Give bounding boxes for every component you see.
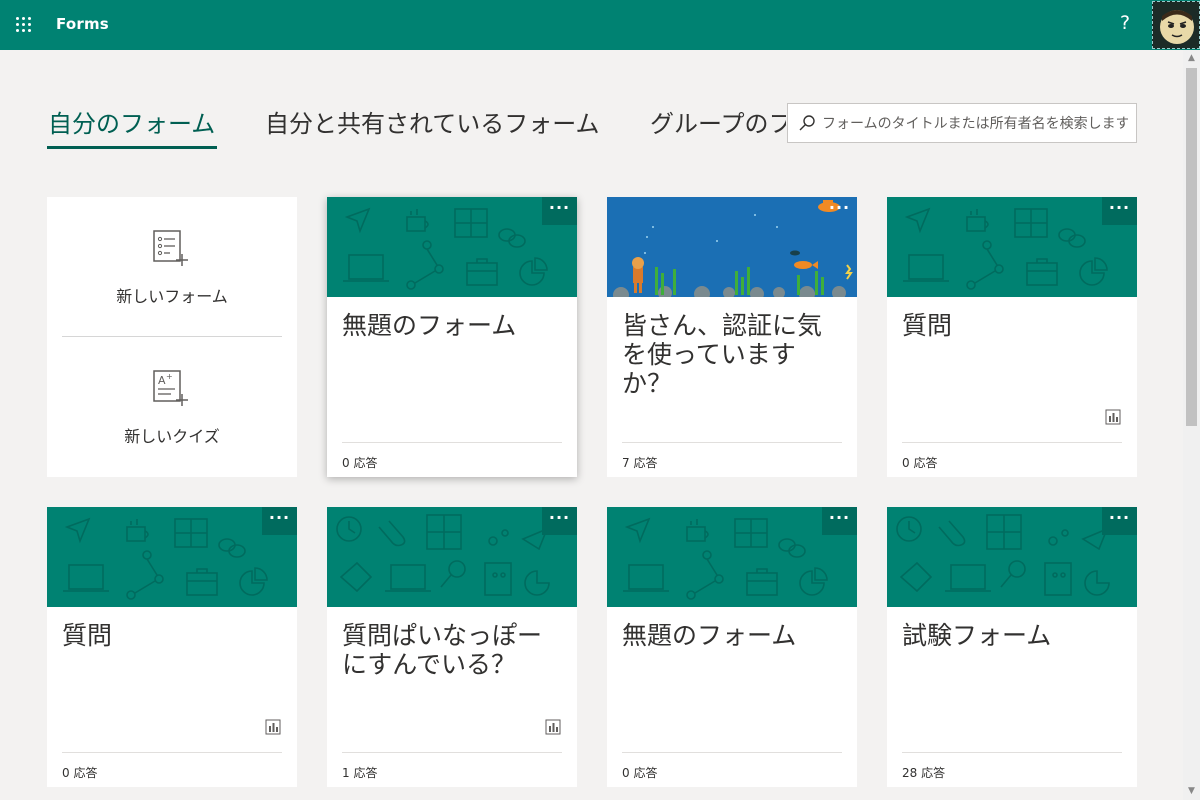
scroll-down-icon[interactable]: ▼: [1183, 783, 1200, 800]
form-title: 無題のフォーム: [342, 311, 517, 340]
avatar[interactable]: [1152, 1, 1200, 49]
active-tab-indicator: [47, 146, 217, 149]
scroll-up-icon[interactable]: ▲: [1183, 50, 1200, 67]
top-bar: Forms ?: [0, 0, 1200, 50]
card-divider: [902, 442, 1122, 443]
help-icon[interactable]: ?: [1120, 12, 1130, 34]
new-quiz-button[interactable]: A + 新しいクイズ: [47, 337, 297, 477]
tab-group-forms-container: グループのフォーム: [640, 96, 786, 146]
card-banner: [887, 507, 1137, 607]
card-banner: [327, 507, 577, 607]
form-title: 試験フォーム: [902, 621, 1052, 650]
svg-text:+: +: [166, 372, 173, 381]
card-divider: [342, 752, 562, 753]
stats-icon[interactable]: [545, 719, 561, 735]
response-count: 0 応答: [62, 766, 98, 780]
scroll-thumb[interactable]: [1186, 68, 1197, 426]
card-banner: [607, 507, 857, 607]
vertical-scrollbar[interactable]: ▲ ▼: [1183, 50, 1200, 800]
app-title[interactable]: Forms: [56, 15, 109, 33]
card-divider: [342, 442, 562, 443]
card-banner: [327, 197, 577, 297]
card-divider: [622, 752, 842, 753]
form-card[interactable]: ··· 質問ぱいなっぽーにすんでいる？ 1 応答: [327, 507, 577, 787]
tab-my-forms[interactable]: 自分のフォーム: [48, 104, 215, 139]
more-options-button[interactable]: ···: [542, 507, 577, 535]
more-options-button[interactable]: ···: [1102, 197, 1137, 225]
new-quiz-label: 新しいクイズ: [124, 427, 220, 446]
new-form-label: 新しいフォーム: [116, 287, 228, 306]
tab-group-forms[interactable]: グループのフォーム: [650, 104, 786, 139]
more-options-button[interactable]: ···: [1102, 507, 1137, 535]
search-input[interactable]: [822, 113, 1128, 135]
form-card[interactable]: ··· 無題のフォーム 0 応答: [327, 197, 577, 477]
form-card[interactable]: ··· 皆さん、認証に気を使っていますか？ 7 応答: [607, 197, 857, 477]
form-title: 質問: [902, 311, 953, 340]
card-divider: [902, 752, 1122, 753]
response-count: 7 応答: [622, 456, 658, 470]
svg-text:A: A: [158, 374, 166, 387]
form-title: 皆さん、認証に気を使っていますか？: [622, 311, 823, 398]
form-card[interactable]: ··· 質問 0 応答: [47, 507, 297, 787]
waffle-icon[interactable]: [14, 15, 34, 35]
more-options-button[interactable]: ···: [542, 197, 577, 225]
response-count: 28 応答: [902, 766, 946, 780]
form-title: 無題のフォーム: [622, 621, 797, 650]
response-count: 0 応答: [902, 456, 938, 470]
more-options-button[interactable]: ···: [822, 507, 857, 535]
response-count: 0 応答: [622, 766, 658, 780]
card-banner-underwater: [607, 197, 857, 297]
more-options-button[interactable]: ···: [822, 197, 857, 225]
card-divider: [62, 752, 282, 753]
tab-shared-with-me[interactable]: 自分と共有されているフォーム: [265, 104, 600, 139]
search-box[interactable]: [787, 103, 1137, 143]
stats-icon[interactable]: [265, 719, 281, 735]
form-title: 質問ぱいなっぽーにすんでいる？: [342, 621, 542, 679]
stats-icon[interactable]: [1105, 409, 1121, 425]
more-options-button[interactable]: ···: [262, 507, 297, 535]
response-count: 1 応答: [342, 766, 378, 780]
new-quiz-icon: A +: [153, 370, 188, 406]
new-form-icon: [153, 230, 188, 266]
card-banner: [887, 197, 1137, 297]
new-items-card: 新しいフォーム A + 新しいクイズ: [47, 197, 297, 477]
form-card[interactable]: ··· 試験フォーム 28 応答: [887, 507, 1137, 787]
response-count: 0 応答: [342, 456, 378, 470]
new-form-button[interactable]: 新しいフォーム: [47, 197, 297, 337]
form-title: 質問: [62, 621, 113, 650]
form-card[interactable]: ··· 質問 0 応答: [887, 197, 1137, 477]
form-card[interactable]: ··· 無題のフォーム 0 応答: [607, 507, 857, 787]
card-divider: [622, 442, 842, 443]
search-icon: [799, 115, 815, 131]
card-banner: [47, 507, 297, 607]
